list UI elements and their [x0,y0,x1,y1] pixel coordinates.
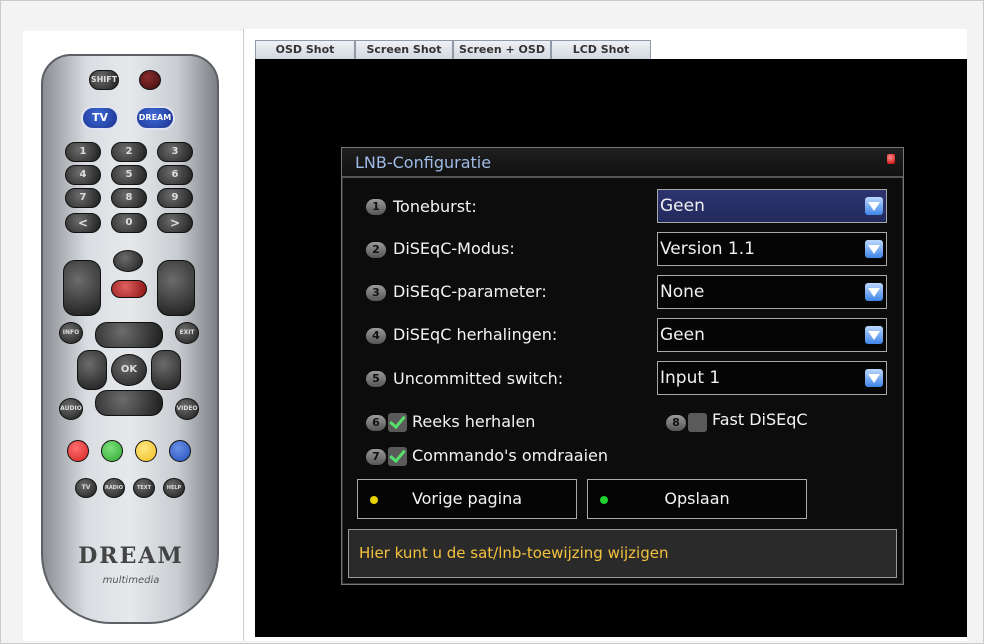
remote-digit-7[interactable]: 7 [65,188,101,208]
remote-yellow-button[interactable] [135,440,157,462]
dialog-title: LNB-Configuratie [342,148,903,178]
remote-brand-logo: DREAM [78,543,184,569]
remote-down-button[interactable] [95,390,163,416]
yellow-key-icon [370,496,378,504]
remote-radio-button[interactable]: RADIO [103,478,125,498]
help-status-bar: Hier kunt u de sat/lnb-toewijzing wijzig… [348,529,897,578]
remote-lame-button[interactable] [111,280,147,298]
key-number-badge: 5 [366,371,386,387]
checkbox-label: Commando's omdraaien [412,446,608,465]
green-key-icon [600,496,608,504]
chevron-down-icon [865,369,883,387]
select-value: Geen [660,325,705,345]
remote-mute-button[interactable] [113,250,143,272]
setting-label: Uncommitted switch: [393,369,564,388]
key-number-badge: 2 [366,242,386,258]
remote-brand-subtitle: multimedia [102,575,160,586]
previous-page-button[interactable]: Vorige pagina [357,479,577,519]
remote-power-button[interactable] [139,70,161,90]
setting-row-toneburst: 1 Toneburst: Geen [342,189,905,223]
repeat-sequence-checkbox[interactable] [388,413,407,432]
fast-diseqc-checkbox[interactable] [688,413,707,432]
save-button[interactable]: Opslaan [587,479,807,519]
tab-lcd-shot[interactable]: LCD Shot [551,40,651,59]
checkbox-label: Reeks herhalen [412,412,536,431]
remote-digit-8[interactable]: 8 [111,188,147,208]
uncommitted-switch-select[interactable]: Input 1 [657,361,887,395]
remote-digit-4[interactable]: 4 [65,165,101,185]
key-number-badge: 8 [666,415,686,431]
remote-up-button[interactable] [95,322,163,348]
setting-row-uncommitted-switch: 5 Uncommitted switch: Input 1 [342,361,905,395]
key-number-badge: 4 [366,328,386,344]
select-value: Version 1.1 [660,239,755,259]
chevron-down-icon [865,240,883,258]
tab-screen-osd[interactable]: Screen + OSD [453,40,551,59]
remote-dream-mode-button[interactable]: DREAM [135,106,175,130]
reverse-commands-checkbox[interactable] [388,447,407,466]
lnb-config-dialog: LNB-Configuratie 1 Toneburst: Geen 2 DiS… [341,147,904,585]
remote-info-button[interactable]: INFO [59,322,83,344]
remote-digit-3[interactable]: 3 [157,142,193,162]
remote-ok-button[interactable]: OK [111,354,147,386]
key-number-badge: 6 [366,415,386,431]
button-label: Opslaan [664,489,730,508]
diseqc-repeats-select[interactable]: Geen [657,318,887,352]
remote-digit-9[interactable]: 9 [157,188,193,208]
chevron-down-icon [865,197,883,215]
chevron-down-icon [865,326,883,344]
setting-label: DiSEqC-Modus: [393,239,515,258]
remote-digit-5[interactable]: 5 [111,165,147,185]
remote-right-button[interactable] [151,350,181,390]
remote-video-button[interactable]: VIDEO [175,398,199,420]
key-number-badge: 7 [366,449,386,465]
toneburst-select[interactable]: Geen [657,189,887,223]
remote-digit-1[interactable]: 1 [65,142,101,162]
remote-digit-6[interactable]: 6 [157,165,193,185]
web-interface-page: SHIFT TV DREAM 1 2 3 4 5 6 7 8 9 < 0 > I… [0,0,984,644]
remote-blue-button[interactable] [169,440,191,462]
remote-text-button[interactable]: TEXT [133,478,155,498]
setting-row-diseqc-repeats: 4 DiSEqC herhalingen: Geen [342,318,905,352]
select-value: Geen [660,196,705,216]
button-label: Vorige pagina [411,489,523,508]
setting-row-diseqc-parameter: 3 DiSEqC-parameter: None [342,275,905,309]
remote-channel-rocker[interactable] [157,260,195,316]
remote-digit-2[interactable]: 2 [111,142,147,162]
remote-prev-button[interactable]: < [65,213,101,233]
remote-audio-button[interactable]: AUDIO [59,398,83,420]
chevron-down-icon [865,283,883,301]
remote-help-button[interactable]: HELP [163,478,185,498]
key-number-badge: 1 [366,199,386,215]
checkbox-label: Fast DiSEqC [712,410,808,429]
tab-osd-shot[interactable]: OSD Shot [255,40,355,59]
remote-tv-mode-button[interactable]: TV [81,106,119,130]
diseqc-parameter-select[interactable]: None [657,275,887,309]
select-value: Input 1 [660,368,721,388]
remote-red-button[interactable] [67,440,89,462]
diseqc-mode-select[interactable]: Version 1.1 [657,232,887,266]
remote-digit-0[interactable]: 0 [111,213,147,233]
tab-screen-shot[interactable]: Screen Shot [355,40,453,59]
screenshot-tabs: OSD Shot Screen Shot Screen + OSD LCD Sh… [255,40,651,59]
remote-next-button[interactable]: > [157,213,193,233]
status-led-icon [887,154,895,164]
setting-row-diseqc-mode: 2 DiSEqC-Modus: Version 1.1 [342,232,905,266]
select-value: None [660,282,705,302]
remote-control: SHIFT TV DREAM 1 2 3 4 5 6 7 8 9 < 0 > I… [41,54,219,624]
setting-label: Toneburst: [393,197,477,216]
setting-label: DiSEqC herhalingen: [393,325,558,344]
remote-volume-rocker[interactable] [63,260,101,316]
remote-left-button[interactable] [77,350,107,390]
remote-tv-button[interactable]: TV [75,478,97,498]
key-number-badge: 3 [366,285,386,301]
remote-exit-button[interactable]: EXIT [175,322,199,344]
setting-label: DiSEqC-parameter: [393,282,547,301]
remote-shift-button[interactable]: SHIFT [89,70,119,90]
remote-green-button[interactable] [101,440,123,462]
